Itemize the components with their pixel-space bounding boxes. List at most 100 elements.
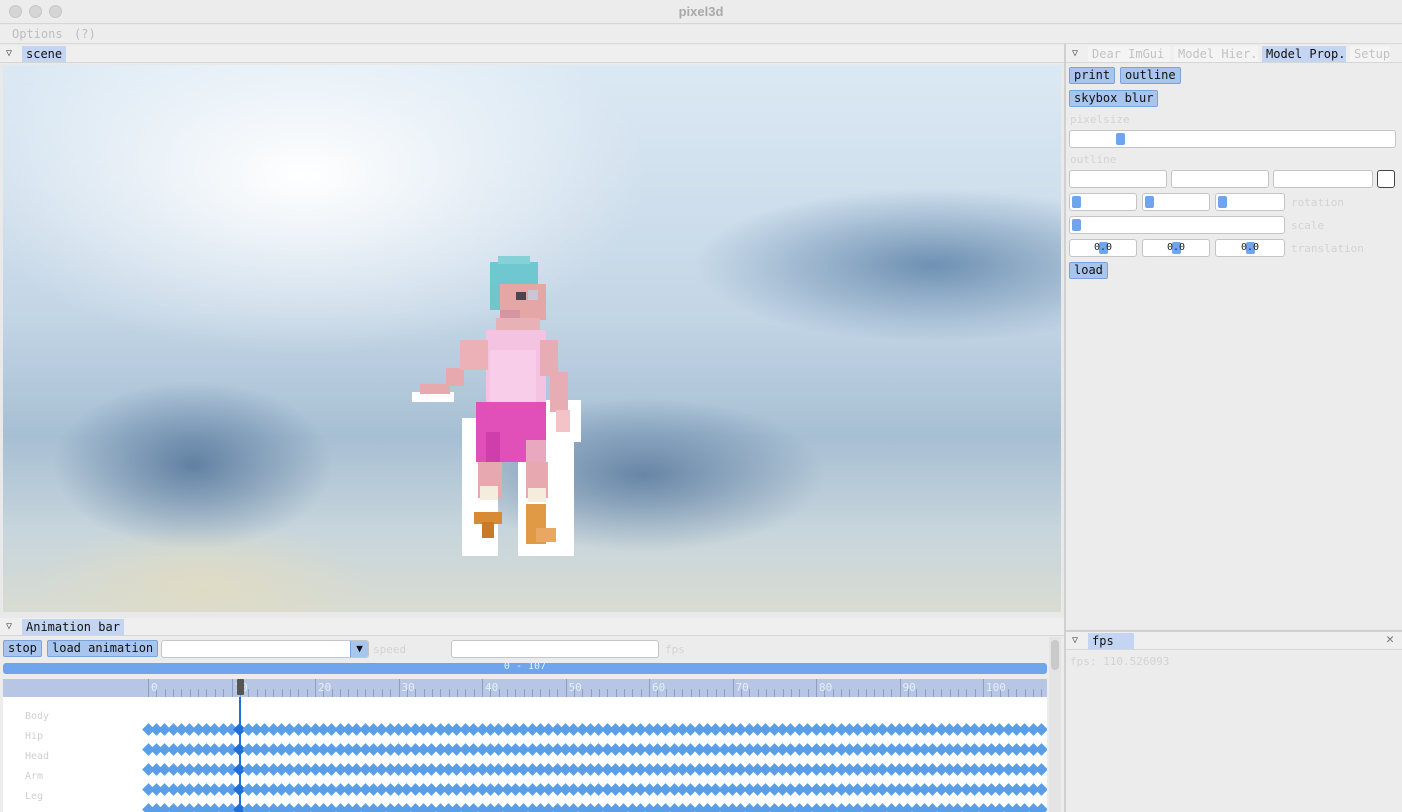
collapse-arrow-icon[interactable]: ▽: [1072, 48, 1078, 59]
frame-range-slider[interactable]: 0 - 107: [3, 661, 1047, 674]
menu-options[interactable]: Options: [12, 27, 63, 41]
timeline-tick: [398, 679, 400, 697]
fps-readout: fps: 110.526093: [1070, 655, 1170, 668]
load-animation-button[interactable]: load animation: [47, 640, 159, 657]
timeline-tick: [264, 689, 266, 697]
rotation-x-knob[interactable]: [1072, 196, 1081, 208]
close-icon[interactable]: ✕: [1386, 632, 1394, 647]
dropdown-arrow-icon[interactable]: ▼: [350, 641, 368, 657]
translation-z-slider[interactable]: 0.0: [1215, 239, 1285, 257]
timeline-tick: [949, 689, 951, 697]
keyframe-marker[interactable]: [1035, 742, 1047, 756]
tab-fps[interactable]: fps: [1088, 633, 1134, 649]
timeline-tick: [623, 689, 625, 697]
timeline-tick: [423, 689, 425, 697]
animation-scrollbar[interactable]: [1049, 637, 1061, 812]
rotation-y-slider[interactable]: [1142, 193, 1210, 211]
timeline-tick: [1016, 689, 1018, 697]
timeline-tick: [632, 689, 634, 697]
timeline-tick: [674, 689, 676, 697]
outline-color-r[interactable]: [1069, 170, 1167, 188]
speed-label: speed: [373, 643, 407, 656]
track-label: Hip: [25, 731, 44, 742]
track-label: Body: [25, 711, 50, 722]
playhead-handle[interactable]: [236, 679, 244, 695]
animation-select[interactable]: ▼: [161, 640, 369, 658]
pixelsize-slider-knob[interactable]: [1115, 133, 1125, 145]
timeline-tick: [749, 689, 751, 697]
timeline-tick-label: 90: [902, 681, 916, 694]
timeline-tick: [924, 689, 926, 697]
keyframe-marker[interactable]: [1035, 762, 1047, 776]
timeline-tick: [699, 689, 701, 697]
speed-input[interactable]: [451, 640, 659, 658]
rotation-z-slider[interactable]: [1215, 193, 1285, 211]
timeline-tick: [456, 689, 458, 697]
timeline-tick: [782, 689, 784, 697]
collapse-arrow-icon[interactable]: ▽: [1072, 635, 1078, 646]
stop-button[interactable]: stop: [3, 640, 42, 657]
tab-scene[interactable]: scene: [22, 46, 67, 62]
outline-color-swatch[interactable]: [1377, 170, 1395, 188]
rotation-z-knob[interactable]: [1218, 196, 1227, 208]
scale-knob[interactable]: [1072, 219, 1081, 231]
window-titlebar: pixel3d: [0, 0, 1402, 24]
outline-color-g[interactable]: [1171, 170, 1269, 188]
timeline-tick: [248, 689, 250, 697]
timeline-tick-label: 0: [151, 681, 158, 694]
keyframe-tracks[interactable]: Body Hip Head Arm Leg: [3, 697, 1047, 812]
collapse-arrow-icon[interactable]: ▽: [6, 48, 12, 59]
timeline-tick: [891, 689, 893, 697]
scale-slider[interactable]: [1069, 216, 1285, 234]
translation-x-slider[interactable]: 0.0: [1069, 239, 1137, 257]
menu-help[interactable]: (?): [74, 27, 96, 41]
tools-panel-header: ▽ Dear ImGui Model Hier. Model Prop. Set…: [1066, 45, 1402, 63]
timeline-tick: [707, 689, 709, 697]
track-label: Arm: [25, 771, 44, 782]
timeline-tick: [365, 689, 367, 697]
pixelsize-slider[interactable]: [1069, 130, 1396, 148]
timeline-tick: [198, 689, 200, 697]
timeline-tick: [340, 689, 342, 697]
character-sprite: [412, 256, 581, 556]
tab-model-hierarchy[interactable]: Model Hier.: [1174, 46, 1258, 62]
skybox-blur-button[interactable]: skybox blur: [1069, 90, 1159, 107]
timeline-ruler[interactable]: 0102030405060708090100: [3, 679, 1047, 697]
timeline-tick: [774, 689, 776, 697]
rotation-x-slider[interactable]: [1069, 193, 1137, 211]
collapse-arrow-icon[interactable]: ▽: [6, 621, 12, 632]
outline-color-b[interactable]: [1273, 170, 1373, 188]
print-button[interactable]: print: [1069, 67, 1116, 84]
keyframe-marker[interactable]: [1035, 722, 1047, 736]
keyframe-marker[interactable]: [1035, 782, 1047, 796]
timeline-tick: [331, 689, 333, 697]
load-model-button[interactable]: load: [1069, 262, 1108, 279]
rotation-y-knob[interactable]: [1145, 196, 1154, 208]
timeline-tick: [373, 689, 375, 697]
timeline-tick-label: 80: [819, 681, 833, 694]
fps-panel-header: ▽ fps ✕: [1066, 632, 1402, 650]
translation-label: translation: [1291, 242, 1364, 255]
outline-button[interactable]: outline: [1120, 67, 1181, 84]
tab-dear-imgui[interactable]: Dear ImGui: [1088, 46, 1170, 62]
scene-viewport[interactable]: [3, 65, 1061, 612]
translation-y-slider[interactable]: 0.0: [1142, 239, 1210, 257]
pixelsize-label: pixelsize: [1070, 113, 1130, 126]
tab-animation-bar[interactable]: Animation bar: [22, 619, 124, 635]
timeline-tick: [882, 689, 884, 697]
keyframe-marker[interactable]: [1035, 802, 1047, 812]
fps-label: fps: [665, 643, 685, 656]
timeline-tick: [181, 689, 183, 697]
tab-model-properties[interactable]: Model Prop.: [1262, 46, 1346, 62]
timeline-tick: [214, 689, 216, 697]
timeline-tick: [799, 689, 801, 697]
timeline-tick: [724, 689, 726, 697]
tab-setup[interactable]: Setup: [1350, 46, 1390, 62]
track-label: Leg: [25, 791, 44, 802]
timeline-tick: [841, 689, 843, 697]
timeline-tick: [832, 689, 834, 697]
scrollbar-thumb[interactable]: [1051, 640, 1059, 670]
timeline-tick: [532, 689, 534, 697]
timeline-tick: [732, 679, 734, 697]
timeline-tick: [1024, 689, 1026, 697]
